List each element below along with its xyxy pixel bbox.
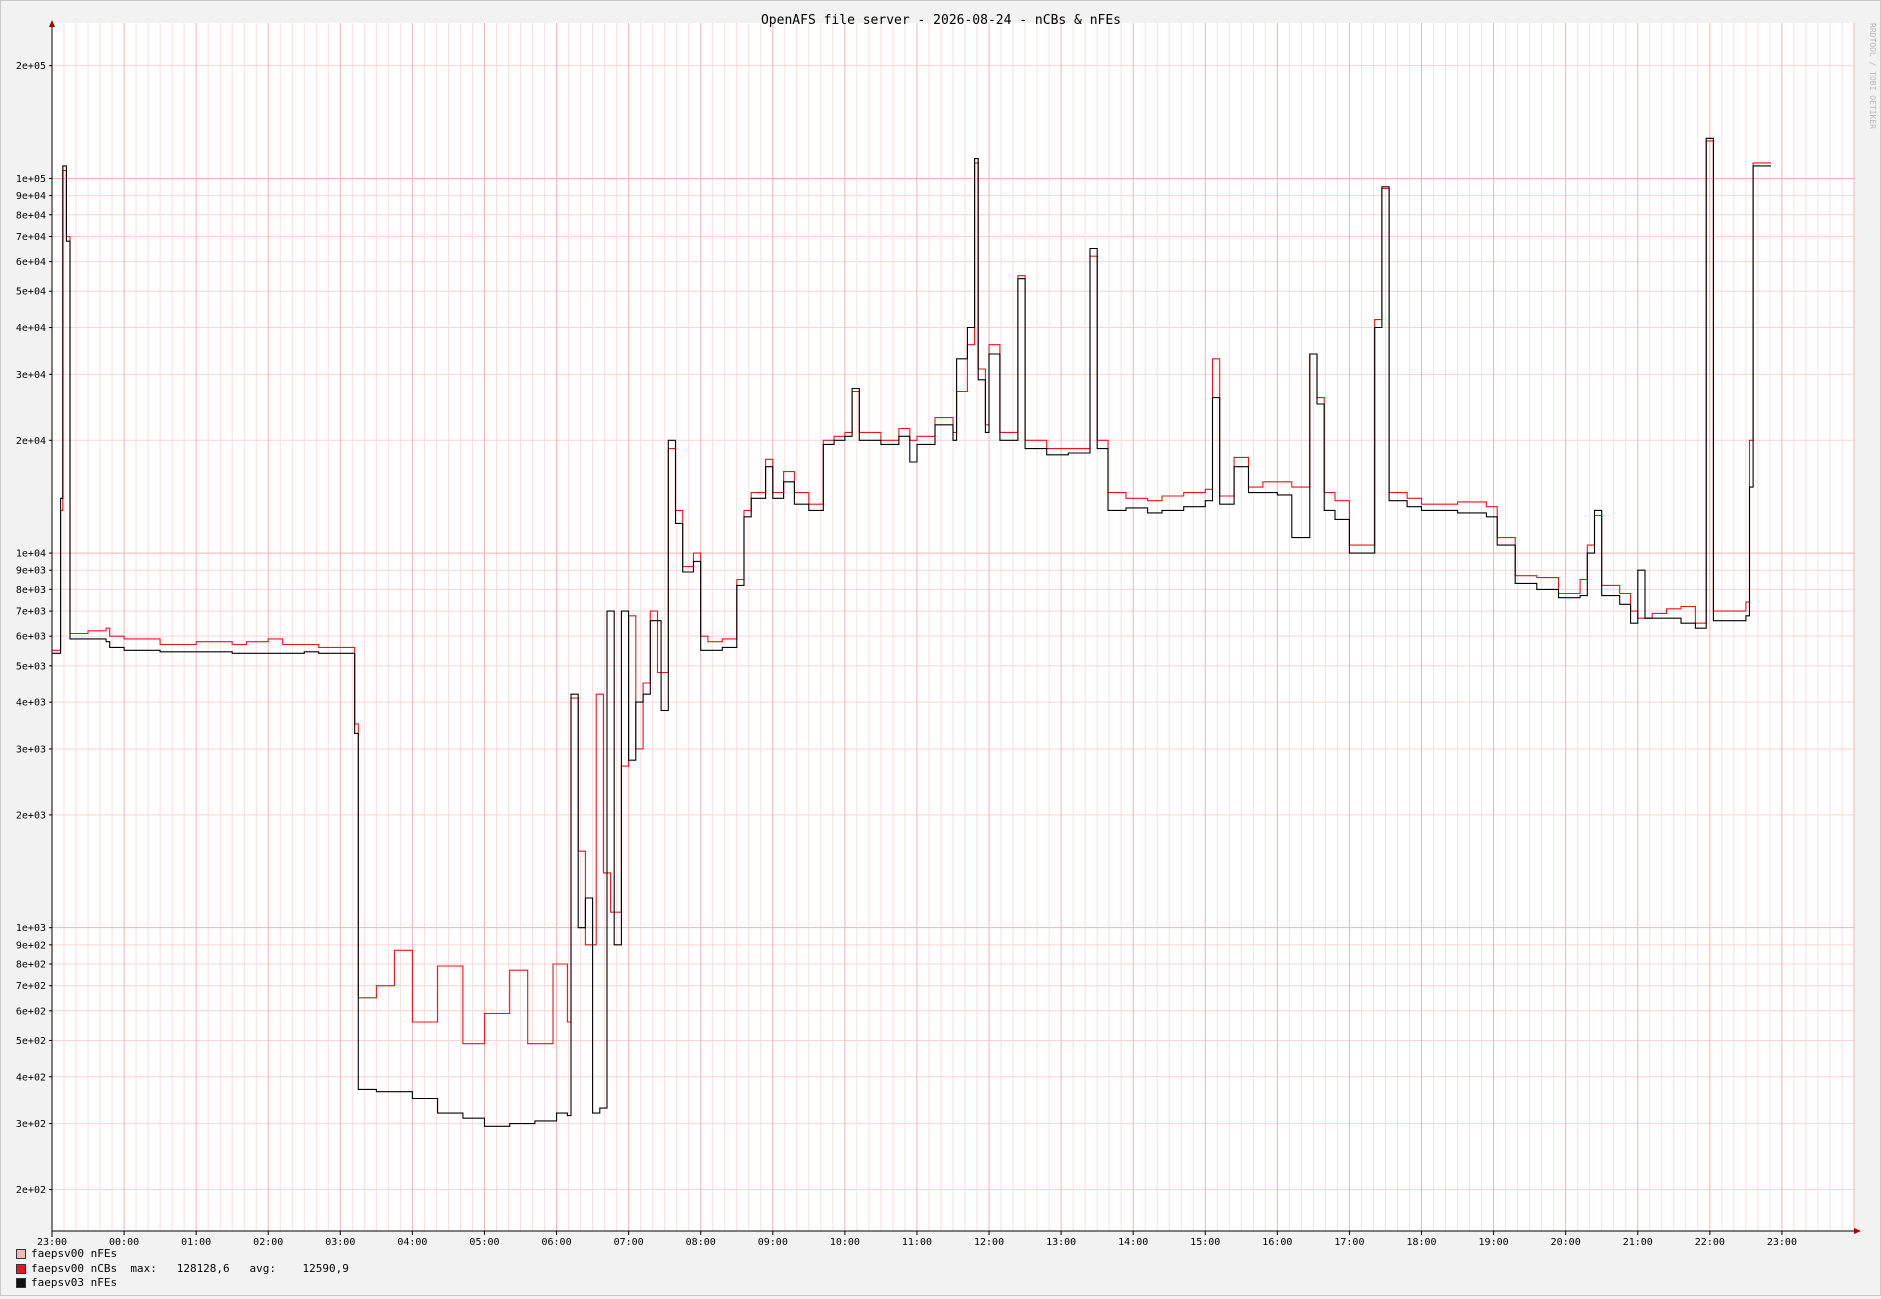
y-tick-label: 5e+03 (16, 661, 46, 672)
x-tick-label: 23:00 (1767, 1237, 1797, 1248)
x-tick-label: 08:00 (686, 1237, 716, 1248)
y-tick-label: 5e+04 (16, 287, 46, 298)
y-tick-label: 7e+02 (16, 981, 46, 992)
legend-stats: max: 128128,6 avg: 12590,9 (117, 1261, 349, 1275)
legend-item: faepsv03 nFEs (16, 1276, 349, 1291)
legend-label: faepsv00 nCBs (31, 1261, 118, 1275)
x-axis-arrow (1854, 1228, 1861, 1234)
x-tick-labels: 23:00 00:00 01:00 02:00 03:00 04:00 05:00 06:00… (37, 1231, 1797, 1248)
x-tick-label: 04:00 (397, 1237, 427, 1248)
y-tick-label: 3e+03 (16, 744, 46, 755)
rrdtool-watermark: RRDTOOL / TOBI OETIKER (1868, 23, 1877, 129)
x-tick-label: 10:00 (830, 1237, 860, 1248)
y-tick-label: 7e+03 (16, 607, 46, 618)
y-tick-label: 2e+02 (16, 1185, 46, 1196)
x-tick-label: 13:00 (1046, 1237, 1076, 1248)
y-tick-label: 4e+04 (16, 323, 46, 334)
x-tick-label: 05:00 (469, 1237, 499, 1248)
legend-swatch-faepsv00-nfes (16, 1249, 26, 1260)
legend-label: faepsv03 nFEs (31, 1276, 118, 1289)
y-tick-labels: 2e+05 1e+05 9e+04 8e+04 7e+04 6e+04 5e+04 4e+04… (16, 61, 52, 1196)
y-tick-label: 1e+05 (16, 174, 46, 185)
y-tick-label: 1e+03 (16, 923, 46, 934)
y-tick-label: 6e+04 (16, 257, 46, 268)
y-tick-label: 5e+02 (16, 1036, 46, 1047)
y-tick-label: 8e+03 (16, 585, 46, 596)
x-tick-label: 12:00 (974, 1237, 1004, 1248)
x-tick-label: 11:00 (902, 1237, 932, 1248)
x-tick-label: 21:00 (1623, 1237, 1653, 1248)
y-tick-label: 3e+04 (16, 370, 46, 381)
legend: faepsv00 nFEs faepsv00 nCBs max: 128128,… (16, 1247, 349, 1291)
y-tick-label: 2e+05 (16, 61, 46, 72)
legend-label: faepsv00 nFEs (31, 1247, 118, 1260)
legend-swatch-faepsv03-nfes (16, 1278, 26, 1289)
y-tick-label: 9e+04 (16, 191, 46, 202)
chart-frame: 2e+05 1e+05 9e+04 8e+04 7e+04 6e+04 5e+04 4e+04… (0, 0, 1881, 1296)
y-tick-label: 8e+02 (16, 959, 46, 970)
y-tick-label: 3e+02 (16, 1119, 46, 1130)
x-tick-label: 17:00 (1334, 1237, 1364, 1248)
legend-swatch-faepsv00-ncbs (16, 1263, 26, 1274)
legend-item: faepsv00 nCBs max: 128128,6 avg: 12590,9 (16, 1262, 349, 1277)
y-tick-label: 6e+02 (16, 1006, 46, 1017)
x-tick-label: 18:00 (1406, 1237, 1436, 1248)
x-tick-label: 06:00 (542, 1237, 572, 1248)
y-tick-label: 8e+04 (16, 210, 46, 221)
chart-title: OpenAFS file server - 2026-08-24 - nCBs … (761, 13, 1121, 28)
y-tick-label: 1e+04 (16, 549, 46, 560)
y-tick-label: 2e+04 (16, 436, 46, 447)
x-tick-label: 09:00 (758, 1237, 788, 1248)
y-tick-label: 6e+03 (16, 632, 46, 643)
y-tick-label: 9e+03 (16, 566, 46, 577)
y-tick-label: 2e+03 (16, 810, 46, 821)
x-tick-label: 22:00 (1695, 1237, 1725, 1248)
y-tick-label: 4e+02 (16, 1072, 46, 1083)
x-tick-label: 16:00 (1262, 1237, 1292, 1248)
x-tick-label: 20:00 (1551, 1237, 1581, 1248)
chart-svg: 2e+05 1e+05 9e+04 8e+04 7e+04 6e+04 5e+04 4e+04… (16, 13, 1877, 1248)
x-tick-label: 15:00 (1190, 1237, 1220, 1248)
y-tick-label: 4e+03 (16, 698, 46, 709)
y-tick-label: 7e+04 (16, 232, 46, 243)
y-tick-label: 9e+02 (16, 940, 46, 951)
x-tick-label: 07:00 (614, 1237, 644, 1248)
x-tick-label: 14:00 (1118, 1237, 1148, 1248)
x-tick-label: 19:00 (1479, 1237, 1509, 1248)
legend-item: faepsv00 nFEs (16, 1247, 349, 1262)
